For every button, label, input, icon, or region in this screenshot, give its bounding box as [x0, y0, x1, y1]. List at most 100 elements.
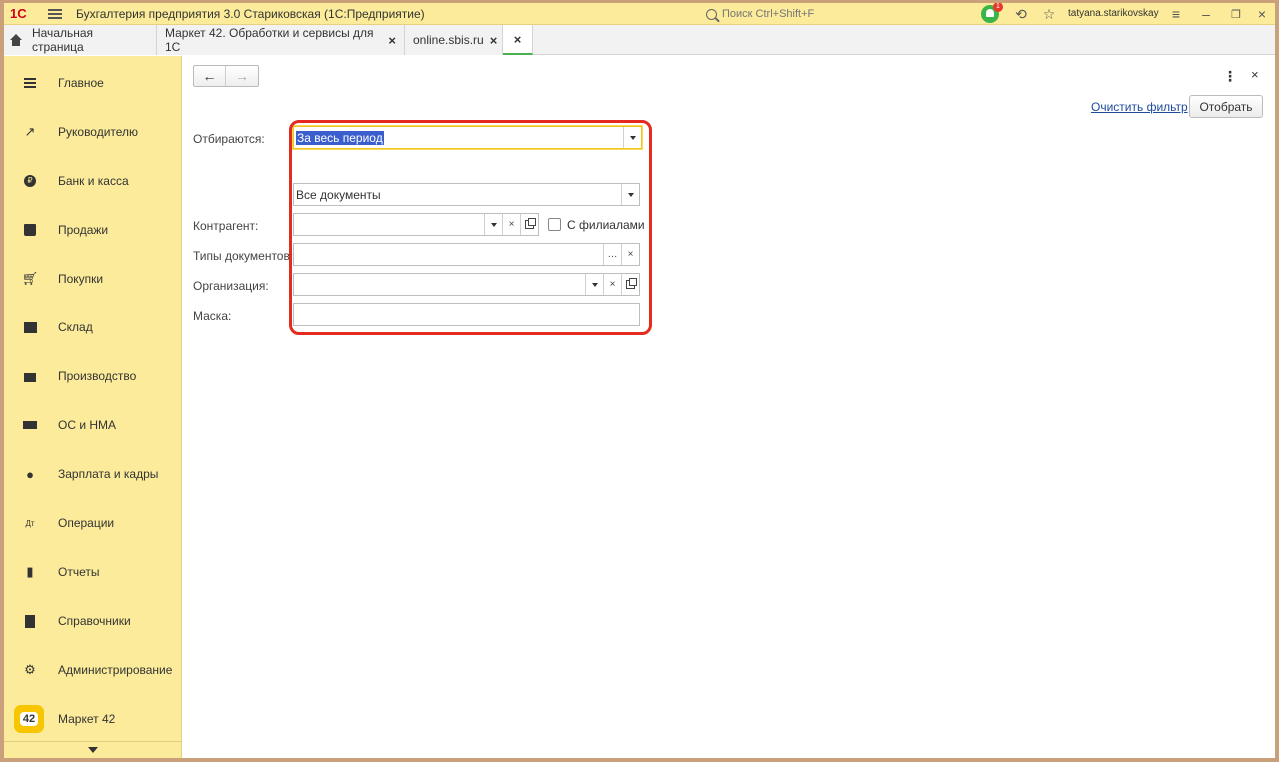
sidebar-item-assets[interactable]: ОС и НМА — [4, 405, 182, 445]
period-value: За весь период — [296, 130, 384, 145]
form-close-icon[interactable]: × — [1251, 67, 1259, 82]
ellipsis-icon: … — [607, 249, 618, 260]
tab-current[interactable]: × — [503, 25, 533, 55]
sidebar-item-directories[interactable]: Справочники — [4, 601, 182, 641]
back-button[interactable]: ← — [194, 66, 226, 86]
global-search[interactable] — [706, 5, 974, 23]
counterparty-dropdown-button[interactable] — [484, 214, 502, 235]
doc-types-label: Типы документов: — [193, 249, 294, 263]
clear-icon: × — [508, 219, 515, 230]
organization-open-button[interactable] — [621, 274, 639, 295]
minimize-button[interactable]: – — [1198, 5, 1214, 23]
tab-label: Начальная страница — [31, 26, 94, 54]
chevron-down-icon — [627, 192, 634, 197]
title-bar: 1С Бухгалтерия предприятия 3.0 Стариковс… — [4, 3, 1275, 25]
organization-dropdown-button[interactable] — [585, 274, 603, 295]
market42-icon: 42 — [14, 705, 44, 733]
tab-label: online.sbis.ru — [413, 33, 484, 47]
home-icon — [10, 34, 22, 46]
sidebar: Главное ↗ Руководителю ₽ Банк и касса Пр… — [4, 56, 182, 758]
sidebar-item-manager[interactable]: ↗ Руководителю — [4, 112, 182, 152]
minimize-icon: – — [1202, 6, 1210, 22]
chevron-down-icon — [490, 222, 497, 227]
notification-count-badge: 1 — [993, 3, 1003, 12]
doc-types-field[interactable]: … × — [293, 243, 640, 266]
documents-value: Все документы — [296, 187, 381, 202]
open-icon — [626, 278, 637, 289]
sidebar-item-production[interactable]: Производство — [4, 356, 182, 396]
window-close-button[interactable]: × — [1254, 5, 1270, 23]
period-select[interactable]: За весь период — [293, 126, 642, 149]
sidebar-item-bank[interactable]: ₽ Банк и касса — [4, 161, 182, 201]
tab-home[interactable]: Начальная страница — [4, 25, 157, 55]
history-button[interactable]: ⟲ — [1011, 5, 1031, 23]
sidebar-item-salary[interactable]: ● Зарплата и кадры — [4, 454, 182, 494]
app-title: Бухгалтерия предприятия 3.0 Стариковская… — [76, 6, 425, 21]
period-label: Отбираются: — [193, 132, 265, 146]
tab-market42[interactable]: Маркет 42. Обработки и сервисы для 1С × — [157, 25, 405, 55]
arrow-right-icon: → — [235, 68, 249, 84]
book-icon — [22, 613, 38, 629]
tab-close-icon[interactable]: × — [514, 32, 522, 47]
documents-select[interactable]: Все документы — [293, 183, 640, 206]
arrow-left-icon: ← — [202, 68, 217, 84]
tab-sbis[interactable]: online.sbis.ru × — [405, 25, 503, 55]
settings-menu-button[interactable]: ≡ — [1167, 5, 1185, 23]
bag-icon — [22, 222, 38, 238]
tab-bar: Начальная страница Маркет 42. Обработки … — [4, 25, 1275, 55]
counterparty-clear-button[interactable]: × — [502, 214, 520, 235]
ruble-icon: ₽ — [22, 173, 38, 189]
star-icon: ☆ — [1042, 5, 1056, 22]
notifications-button[interactable]: 1 — [979, 3, 1003, 23]
username[interactable]: tatyana.starikovskay — [1068, 8, 1159, 19]
trend-icon: ↗ — [24, 124, 36, 139]
sidebar-item-warehouse[interactable]: Склад — [4, 307, 182, 347]
forward-button[interactable]: → — [226, 66, 258, 86]
organization-label: Организация: — [193, 279, 269, 293]
sidebar-scroll-down[interactable] — [4, 741, 182, 758]
search-icon — [706, 8, 717, 20]
logo-1c: 1С — [10, 6, 27, 21]
sidebar-item-operations[interactable]: Дт Операции — [4, 503, 182, 543]
dt-kt-icon: Дт — [25, 518, 35, 528]
maximize-button[interactable]: ❐ — [1228, 5, 1244, 23]
person-icon: ● — [26, 466, 34, 482]
search-input[interactable] — [722, 8, 962, 20]
counterparty-field[interactable]: × — [293, 213, 539, 236]
counterparty-open-button[interactable] — [520, 214, 538, 235]
chevron-down-icon — [629, 135, 636, 140]
sidebar-item-admin[interactable]: ⚙ Администрирование — [4, 650, 182, 690]
menu-icon — [22, 75, 38, 91]
main-menu-icon[interactable] — [48, 8, 62, 19]
sidebar-item-main[interactable]: Главное — [4, 63, 182, 103]
organization-field[interactable]: × — [293, 273, 640, 296]
mask-input[interactable] — [293, 303, 640, 326]
favorites-button[interactable]: ☆ — [1039, 5, 1059, 23]
sidebar-item-purchases[interactable]: 🛒︎ Покупки — [4, 259, 182, 299]
doc-types-select-button[interactable]: … — [603, 244, 621, 265]
counterparty-label: Контрагент: — [193, 219, 259, 233]
documents-dropdown-button[interactable] — [621, 184, 639, 205]
main-content: ← → ⋮ × Очистить фильтр Отобрать Отбираю… — [183, 56, 1275, 758]
period-dropdown-button[interactable] — [623, 127, 641, 148]
organization-clear-button[interactable]: × — [603, 274, 621, 295]
sidebar-item-sales[interactable]: Продажи — [4, 210, 182, 250]
truck-icon — [22, 417, 38, 433]
sidebar-item-reports[interactable]: ▮ Отчеты — [4, 552, 182, 592]
tab-close-icon[interactable]: × — [388, 33, 396, 48]
select-button[interactable]: Отобрать — [1189, 95, 1263, 118]
mask-label: Маска: — [193, 309, 232, 323]
app-window: 1С Бухгалтерия предприятия 3.0 Стариковс… — [4, 3, 1275, 758]
clear-icon: × — [627, 249, 634, 260]
close-icon: × — [1257, 6, 1267, 22]
more-icon[interactable]: ⋮ — [1223, 68, 1237, 85]
clear-filter-link[interactable]: Очистить фильтр — [1091, 100, 1188, 114]
sidebar-item-market42[interactable]: 42 Маркет 42 — [4, 699, 182, 739]
tab-close-icon[interactable]: × — [490, 33, 498, 48]
tab-label: Маркет 42. Обработки и сервисы для 1С — [165, 26, 374, 54]
doc-types-clear-button[interactable]: × — [621, 244, 639, 265]
open-icon — [525, 218, 536, 229]
chevron-down-icon — [88, 747, 98, 753]
branches-checkbox[interactable] — [548, 218, 561, 231]
cart-icon: 🛒︎ — [21, 271, 39, 286]
